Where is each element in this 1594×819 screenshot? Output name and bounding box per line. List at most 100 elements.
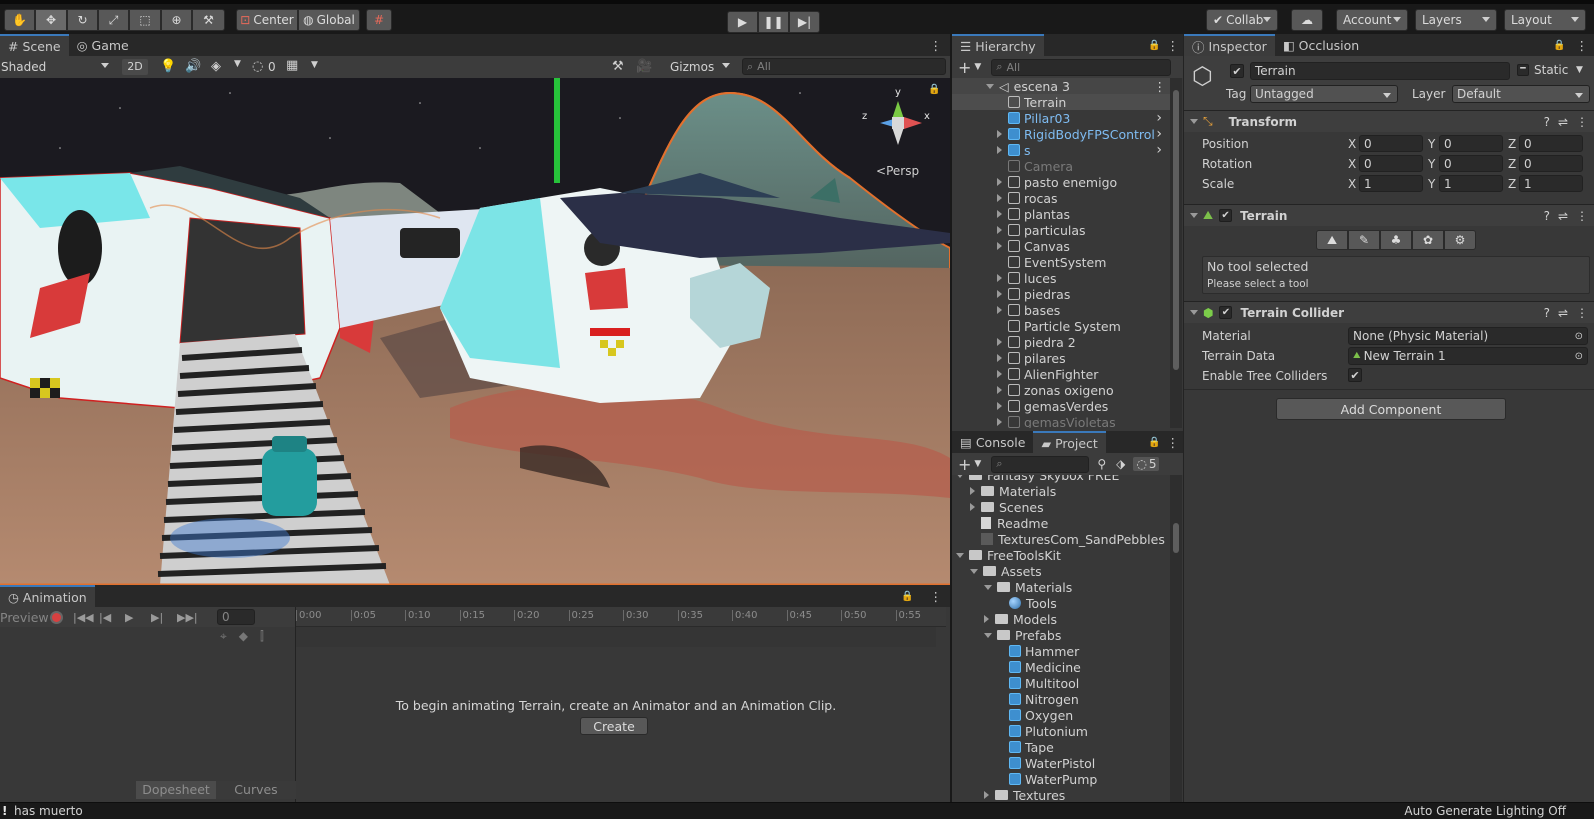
create-add-icon[interactable]: + <box>958 58 971 77</box>
expand-arrow-icon[interactable] <box>997 354 1002 362</box>
expand-arrow-icon[interactable] <box>997 242 1002 250</box>
project-item[interactable]: Textures <box>952 787 1170 802</box>
project-add-icon[interactable]: + <box>958 455 971 474</box>
hierarchy-menu-icon[interactable]: ⋮ <box>1163 34 1184 56</box>
project-item[interactable]: Materials <box>952 483 1170 499</box>
help-icon[interactable]: ? <box>1544 115 1550 129</box>
hierarchy-item[interactable]: rocas <box>952 190 1170 206</box>
transform-z-input[interactable]: 0 <box>1519 135 1583 152</box>
hierarchy-search-input[interactable]: ⌕ All <box>991 58 1172 76</box>
axis-x-label[interactable]: X <box>1348 157 1356 171</box>
space-global-button[interactable]: ◍ Global <box>298 9 360 31</box>
hierarchy-item[interactable]: s › <box>952 142 1170 158</box>
help-icon[interactable]: ? <box>1544 306 1550 320</box>
project-scrollbar[interactable] <box>1170 475 1182 802</box>
expand-arrow-icon[interactable] <box>970 503 975 511</box>
detail-icon[interactable]: ✿ <box>1412 230 1444 250</box>
hierarchy-item[interactable]: plantas <box>952 206 1170 222</box>
tab-console[interactable]: ▤ Console <box>952 431 1033 453</box>
hierarchy-item[interactable]: Camera <box>952 158 1170 174</box>
expand-arrow-icon[interactable] <box>997 418 1002 426</box>
grid-snap-button[interactable]: # <box>366 9 392 31</box>
terrain-settings-icon[interactable]: ⚙ <box>1444 230 1476 250</box>
camera-icon[interactable]: 🎥 <box>636 59 652 74</box>
expand-arrow-icon[interactable] <box>997 130 1002 138</box>
lighting-status[interactable]: Auto Generate Lighting Off <box>1404 804 1566 818</box>
collapse-arrow-icon[interactable] <box>984 584 992 590</box>
expand-arrow-icon[interactable] <box>997 210 1002 218</box>
project-item[interactable]: Plutonium <box>952 723 1170 739</box>
hierarchy-item[interactable]: RigidBodyFPSControl › <box>952 126 1170 142</box>
next-key-icon[interactable]: ▶| <box>151 611 177 624</box>
expand-arrow-icon[interactable] <box>970 487 975 495</box>
add-event-icon[interactable]: ⫿ <box>260 629 264 644</box>
axis-z-label[interactable]: Z <box>1508 177 1516 191</box>
inspector-lock-icon[interactable]: 🔒 <box>1549 34 1569 56</box>
tab-dopesheet[interactable]: Dopesheet <box>136 781 216 799</box>
expand-arrow-icon[interactable] <box>997 194 1002 202</box>
custom-tool-icon[interactable]: ⚒ <box>192 9 225 31</box>
project-item[interactable]: Medicine <box>952 659 1170 675</box>
prefab-open-icon[interactable]: › <box>1156 126 1162 142</box>
search-by-type-icon[interactable]: ⚲ <box>1097 457 1106 471</box>
hidden-packages-toggle[interactable]: ◌ 5 <box>1133 457 1160 471</box>
expand-arrow-icon[interactable] <box>997 290 1002 298</box>
static-dropdown-icon[interactable]: ▼ <box>1576 65 1583 75</box>
transform-z-input[interactable]: 0 <box>1519 155 1583 172</box>
expand-arrow-icon[interactable] <box>997 402 1002 410</box>
2d-toggle[interactable]: 2D <box>122 59 148 75</box>
tab-curves[interactable]: Curves <box>216 781 296 799</box>
tab-project[interactable]: ▰ Project <box>1033 431 1106 453</box>
scene-menu-icon[interactable]: ⋮ <box>1154 79 1167 94</box>
hierarchy-item[interactable]: Canvas <box>952 238 1170 254</box>
tab-animation[interactable]: ◷ Animation <box>0 585 95 607</box>
tab-game[interactable]: ◎ Game <box>69 34 137 56</box>
last-key-icon[interactable]: ▶▶| <box>177 611 203 624</box>
pause-button[interactable]: ❚❚ <box>758 11 789 33</box>
play-button[interactable]: ▶ <box>727 11 758 33</box>
object-name-input[interactable]: Terrain <box>1250 62 1510 80</box>
collab-dropdown[interactable]: ✔ Collab <box>1206 9 1278 31</box>
project-item[interactable]: Models <box>952 611 1170 627</box>
grid-visibility-icon[interactable]: ▦ <box>286 58 298 73</box>
record-icon[interactable] <box>50 610 63 624</box>
layer-dropdown[interactable]: Default <box>1452 85 1590 103</box>
animation-lock-icon[interactable]: 🔒 <box>893 585 921 607</box>
layers-dropdown[interactable]: Layers <box>1415 9 1497 31</box>
expand-arrow-icon[interactable] <box>997 386 1002 394</box>
axis-z-label[interactable]: Z <box>1508 137 1516 151</box>
search-by-label-icon[interactable]: ⬗ <box>1116 457 1125 471</box>
scene-viewport[interactable]: y x z 🔒 <Persp <box>0 78 950 585</box>
frame-input[interactable]: 0 <box>217 609 255 625</box>
project-item[interactable]: Readme <box>952 515 1170 531</box>
project-item[interactable]: WaterPistol <box>952 755 1170 771</box>
hierarchy-item[interactable]: Particle System <box>952 318 1170 334</box>
project-item[interactable]: Materials <box>952 579 1170 595</box>
pivot-center-button[interactable]: ⊡ Center <box>236 9 298 31</box>
transform-tool-icon[interactable]: ⊕ <box>161 9 192 31</box>
scale-tool-icon[interactable]: ⤢ <box>98 9 129 31</box>
hierarchy-item[interactable]: Terrain <box>952 94 1170 110</box>
animation-menu-icon[interactable]: ⋮ <box>922 585 951 607</box>
persp-label[interactable]: <Persp <box>876 164 919 178</box>
scene-menu-icon[interactable]: ⋮ <box>922 34 951 56</box>
collapse-arrow-icon[interactable] <box>956 552 964 558</box>
transform-header[interactable]: ⤡ Transform ? ⇌ ⋮ <box>1184 110 1594 132</box>
tab-hierarchy[interactable]: ☰ Hierarchy <box>952 34 1044 56</box>
create-dropdown-icon[interactable]: ▼ <box>974 62 981 72</box>
effects-icon[interactable]: ◈ <box>211 59 221 74</box>
project-add-dropdown-icon[interactable]: ▼ <box>974 459 981 469</box>
hand-tool-icon[interactable]: ✋ <box>4 9 35 31</box>
layout-dropdown[interactable]: Layout <box>1504 9 1586 31</box>
hierarchy-scrollbar[interactable] <box>1170 78 1182 428</box>
raise-terrain-icon[interactable]: ⛰ <box>1316 230 1348 250</box>
project-lock-icon[interactable]: 🔒 <box>1146 431 1162 453</box>
static-checkbox[interactable]: ━ <box>1517 64 1529 76</box>
prefab-open-icon[interactable]: › <box>1156 142 1162 158</box>
project-item[interactable]: Fantasy Skybox FREE <box>952 475 1170 483</box>
hierarchy-item[interactable]: pilares <box>952 350 1170 366</box>
hierarchy-item[interactable]: AlienFighter <box>952 366 1170 382</box>
collapse-arrow-icon[interactable] <box>984 632 992 638</box>
expand-arrow-icon[interactable] <box>984 615 989 623</box>
paint-brush-icon[interactable]: ✎ <box>1348 230 1380 250</box>
